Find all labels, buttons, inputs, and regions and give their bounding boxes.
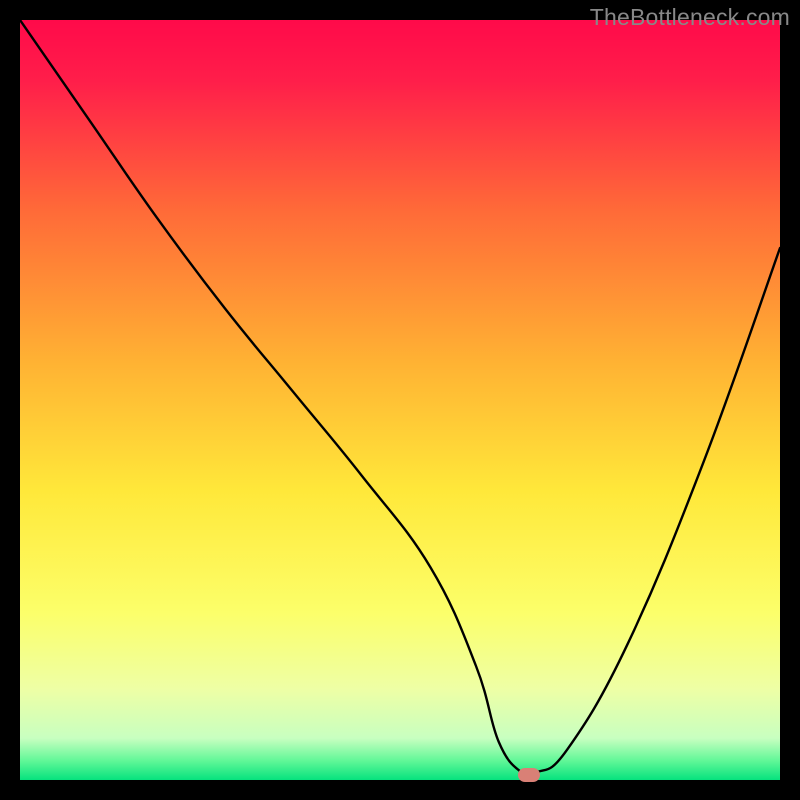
watermark-text: TheBottleneck.com [590,4,790,31]
optimal-marker [518,768,540,782]
chart-frame: TheBottleneck.com [0,0,800,800]
bottleneck-curve [20,20,780,776]
curve-layer [20,20,780,780]
plot-area [20,20,780,780]
